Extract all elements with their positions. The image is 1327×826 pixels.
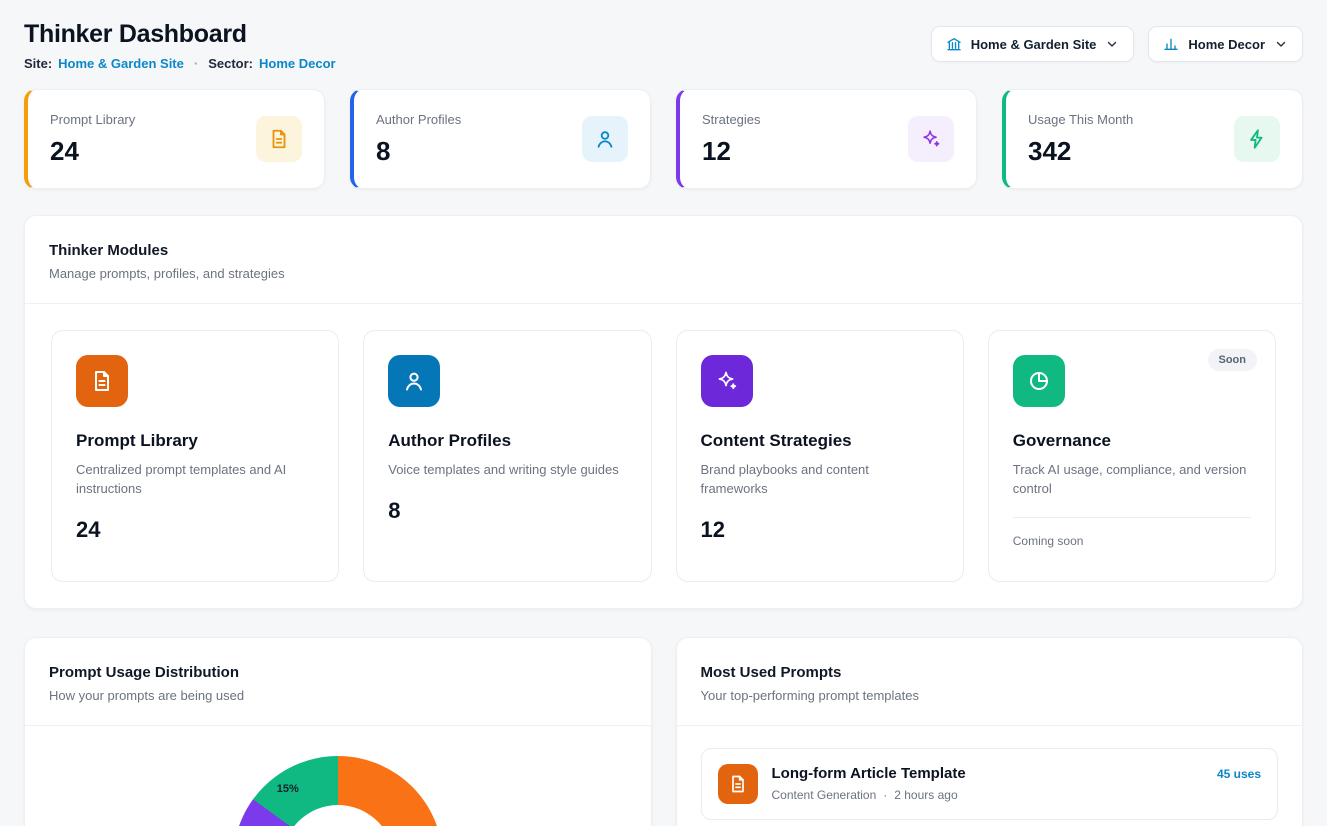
usage-card-header: Prompt Usage Distribution How your promp… bbox=[25, 638, 651, 726]
module-count: 24 bbox=[76, 517, 314, 543]
dashboard-page: Thinker Dashboard Site: Home & Garden Si… bbox=[0, 0, 1327, 826]
stat-value: 8 bbox=[376, 136, 461, 167]
sector-link[interactable]: Home Decor bbox=[259, 56, 336, 71]
stat-label: Strategies bbox=[702, 112, 761, 127]
stat-card-prompt-library: Prompt Library 24 bbox=[24, 89, 325, 189]
usage-card-title: Prompt Usage Distribution bbox=[49, 664, 627, 681]
module-title: Author Profiles bbox=[388, 431, 626, 451]
prompt-item-text: Long-form Article Template Content Gener… bbox=[772, 764, 966, 802]
header-left: Thinker Dashboard Site: Home & Garden Si… bbox=[24, 20, 336, 71]
module-description: Voice templates and writing style guides bbox=[388, 461, 626, 480]
module-card-governance[interactable]: Soon Governance Track AI usage, complian… bbox=[988, 330, 1276, 582]
stat-text: Strategies 12 bbox=[702, 112, 761, 167]
usage-card-subtitle: How your prompts are being used bbox=[49, 688, 627, 703]
usage-chart-area: 15% bbox=[25, 726, 651, 826]
sector-selector-label: Home Decor bbox=[1188, 37, 1265, 52]
building-icon bbox=[946, 36, 962, 52]
donut-segment-label: 15% bbox=[277, 783, 299, 795]
sparkle-star-icon bbox=[701, 355, 753, 407]
site-sector-line: Site: Home & Garden Site · Sector: Home … bbox=[24, 56, 336, 71]
pie-chart-icon bbox=[1013, 355, 1065, 407]
bolt-icon bbox=[1234, 116, 1280, 162]
header-selectors: Home & Garden Site Home Decor bbox=[931, 20, 1303, 62]
document-icon bbox=[76, 355, 128, 407]
prompts-card-header: Most Used Prompts Your top-performing pr… bbox=[677, 638, 1303, 726]
stat-value: 342 bbox=[1028, 136, 1133, 167]
prompts-card-subtitle: Your top-performing prompt templates bbox=[701, 688, 1279, 703]
module-count: 8 bbox=[388, 498, 626, 524]
header: Thinker Dashboard Site: Home & Garden Si… bbox=[24, 20, 1303, 71]
stat-text: Usage This Month 342 bbox=[1028, 112, 1133, 167]
modules-subtitle: Manage prompts, profiles, and strategies bbox=[49, 266, 1278, 281]
module-card-author-profiles[interactable]: Author Profiles Voice templates and writ… bbox=[363, 330, 651, 582]
prompt-list: Long-form Article Template Content Gener… bbox=[677, 726, 1303, 826]
chevron-down-icon bbox=[1274, 37, 1288, 51]
prompts-card-title: Most Used Prompts bbox=[701, 664, 1279, 681]
module-title: Prompt Library bbox=[76, 431, 314, 451]
soon-badge: Soon bbox=[1208, 349, 1258, 371]
bar-chart-icon bbox=[1163, 36, 1179, 52]
sparkle-star-icon bbox=[908, 116, 954, 162]
prompt-category: Content Generation bbox=[772, 788, 877, 802]
page-title: Thinker Dashboard bbox=[24, 20, 336, 49]
user-icon bbox=[388, 355, 440, 407]
site-selector-label: Home & Garden Site bbox=[971, 37, 1097, 52]
module-description: Centralized prompt templates and AI inst… bbox=[76, 461, 314, 499]
site-link[interactable]: Home & Garden Site bbox=[58, 56, 184, 71]
stat-label: Author Profiles bbox=[376, 112, 461, 127]
meta-dot: · bbox=[883, 788, 887, 802]
modules-panel: Thinker Modules Manage prompts, profiles… bbox=[24, 215, 1303, 609]
separator-dot: · bbox=[194, 56, 198, 71]
usage-distribution-card: Prompt Usage Distribution How your promp… bbox=[24, 637, 652, 826]
most-used-prompts-card: Most Used Prompts Your top-performing pr… bbox=[676, 637, 1304, 826]
site-label: Site: bbox=[24, 56, 52, 71]
modules-panel-header: Thinker Modules Manage prompts, profiles… bbox=[25, 216, 1302, 304]
module-description: Track AI usage, compliance, and version … bbox=[1013, 461, 1251, 499]
module-count: 12 bbox=[701, 517, 939, 543]
stat-card-strategies: Strategies 12 bbox=[676, 89, 977, 189]
chevron-down-icon bbox=[1105, 37, 1119, 51]
site-selector-button[interactable]: Home & Garden Site bbox=[931, 26, 1135, 62]
document-icon bbox=[256, 116, 302, 162]
module-divider bbox=[1013, 517, 1251, 518]
prompt-title: Long-form Article Template bbox=[772, 764, 966, 782]
module-card-prompt-library[interactable]: Prompt Library Centralized prompt templa… bbox=[51, 330, 339, 582]
modules-grid: Prompt Library Centralized prompt templa… bbox=[25, 304, 1302, 608]
stat-value: 12 bbox=[702, 136, 761, 167]
stats-row: Prompt Library 24 Author Profiles 8 Stra… bbox=[24, 89, 1303, 189]
module-description: Brand playbooks and content frameworks bbox=[701, 461, 939, 499]
module-footer: Coming soon bbox=[1013, 534, 1251, 548]
module-title: Governance bbox=[1013, 431, 1251, 451]
prompt-uses-badge: 45 uses bbox=[1217, 764, 1261, 781]
usage-donut: 15% bbox=[233, 756, 443, 826]
donut-hole bbox=[282, 805, 394, 826]
stat-text: Prompt Library 24 bbox=[50, 112, 135, 167]
document-icon bbox=[718, 764, 758, 804]
bottom-row: Prompt Usage Distribution How your promp… bbox=[24, 637, 1303, 826]
stat-text: Author Profiles 8 bbox=[376, 112, 461, 167]
sector-selector-button[interactable]: Home Decor bbox=[1148, 26, 1303, 62]
stat-card-usage: Usage This Month 342 bbox=[1002, 89, 1303, 189]
prompt-list-item[interactable]: Long-form Article Template Content Gener… bbox=[701, 748, 1279, 820]
stat-card-author-profiles: Author Profiles 8 bbox=[350, 89, 651, 189]
stat-value: 24 bbox=[50, 136, 135, 167]
stat-label: Prompt Library bbox=[50, 112, 135, 127]
user-icon bbox=[582, 116, 628, 162]
stat-label: Usage This Month bbox=[1028, 112, 1133, 127]
modules-title: Thinker Modules bbox=[49, 242, 1278, 259]
sector-label: Sector: bbox=[208, 56, 253, 71]
prompt-meta: Content Generation · 2 hours ago bbox=[772, 788, 966, 802]
module-title: Content Strategies bbox=[701, 431, 939, 451]
prompt-time: 2 hours ago bbox=[894, 788, 957, 802]
module-card-content-strategies[interactable]: Content Strategies Brand playbooks and c… bbox=[676, 330, 964, 582]
